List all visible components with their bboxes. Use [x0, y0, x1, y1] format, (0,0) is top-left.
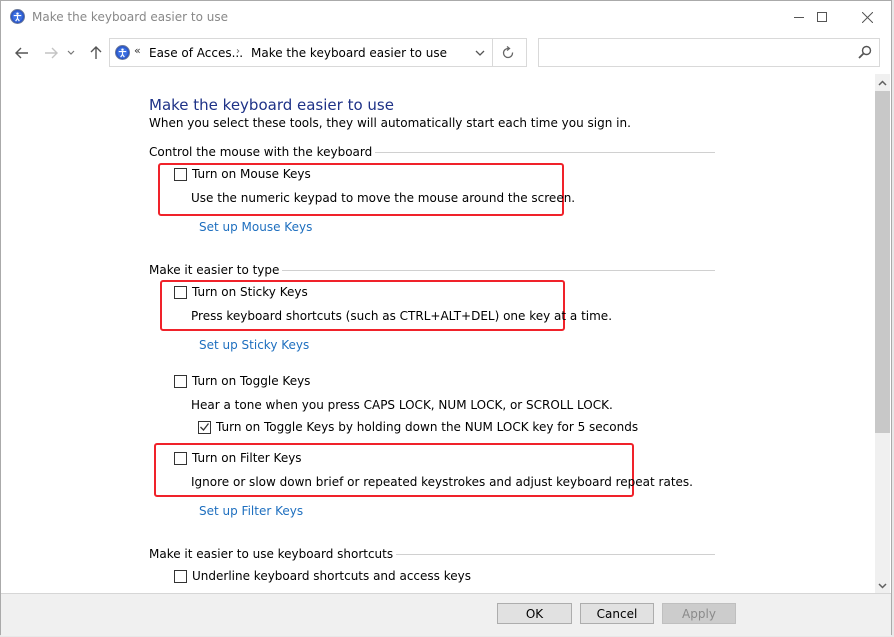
chevron-up-icon: [878, 79, 887, 86]
chevron-down-icon: [475, 50, 485, 56]
close-icon: [861, 11, 873, 23]
setup-filter-keys-link[interactable]: Set up Filter Keys: [199, 504, 303, 518]
ok-button[interactable]: OK: [497, 603, 572, 624]
checkbox-label[interactable]: Turn on Toggle Keys: [192, 374, 310, 388]
ease-of-access-icon: [115, 45, 130, 60]
filter-keys-description: Ignore or slow down brief or repeated ke…: [191, 475, 693, 489]
search-icon[interactable]: [858, 45, 872, 59]
group-heading-shortcuts: Make it easier to use keyboard shortcuts: [149, 547, 715, 561]
arrow-right-icon: [45, 47, 58, 59]
address-dropdown-button[interactable]: [472, 45, 488, 61]
scroll-down-button[interactable]: [875, 577, 890, 594]
setup-mouse-keys-link[interactable]: Set up Mouse Keys: [199, 220, 312, 234]
search-input[interactable]: [543, 43, 847, 63]
checkbox-unchecked[interactable]: [174, 451, 187, 465]
scroll-up-button[interactable]: [875, 74, 890, 91]
maximize-icon: [817, 12, 827, 22]
title-bar: Make the keyboard easier to use: [1, 1, 891, 33]
filter-keys-checkbox[interactable]: Turn on Filter Keys: [174, 451, 302, 465]
toggle-keys-checkbox[interactable]: Turn on Toggle Keys: [174, 374, 310, 388]
breadcrumb-current[interactable]: Make the keyboard easier to use: [251, 46, 447, 60]
checkbox-unchecked[interactable]: [174, 285, 187, 299]
arrow-left-icon: [15, 47, 28, 59]
ease-of-access-icon: [10, 9, 25, 24]
toggle-keys-numlock-checkbox[interactable]: Turn on Toggle Keys by holding down the …: [198, 420, 638, 434]
sticky-keys-checkbox[interactable]: Turn on Sticky Keys: [174, 285, 308, 299]
scroll-thumb[interactable]: [875, 91, 890, 433]
breadcrumb-separator[interactable]: ›: [236, 46, 240, 57]
chevron-down-icon: [878, 582, 887, 589]
group-heading-text: Make it easier to use keyboard shortcuts: [149, 547, 394, 561]
checkbox-unchecked[interactable]: [174, 374, 187, 388]
checkbox-label[interactable]: Turn on Mouse Keys: [192, 167, 311, 181]
divider: [396, 553, 715, 555]
mouse-keys-description: Use the numeric keypad to move the mouse…: [191, 191, 576, 205]
group-heading-text: Make it easier to type: [149, 263, 280, 277]
apply-button[interactable]: Apply: [662, 603, 736, 624]
dialog-footer: OK Cancel Apply: [1, 593, 891, 636]
breadcrumb-ease-of-access[interactable]: Ease of Acces...: [149, 46, 243, 60]
group-heading-text: Control the mouse with the keyboard: [149, 145, 373, 159]
group-heading-typing: Make it easier to type: [149, 263, 715, 277]
checkbox-label[interactable]: Turn on Toggle Keys by holding down the …: [216, 420, 638, 434]
page-title: Make the keyboard easier to use: [149, 96, 394, 114]
cancel-button[interactable]: Cancel: [580, 603, 654, 624]
up-button[interactable]: [86, 43, 106, 63]
checkbox-unchecked[interactable]: [174, 569, 187, 583]
maximize-button[interactable]: [799, 1, 845, 33]
setup-sticky-keys-link[interactable]: Set up Sticky Keys: [199, 338, 309, 352]
divider: [492, 39, 493, 66]
mouse-keys-checkbox[interactable]: Turn on Mouse Keys: [174, 167, 311, 181]
checkbox-unchecked[interactable]: [174, 167, 187, 181]
back-button[interactable]: [12, 43, 32, 63]
sticky-keys-description: Press keyboard shortcuts (such as CTRL+A…: [191, 309, 613, 323]
underline-shortcuts-checkbox[interactable]: Underline keyboard shortcuts and access …: [174, 569, 471, 583]
checkbox-label[interactable]: Turn on Sticky Keys: [192, 285, 308, 299]
search-box[interactable]: [538, 38, 880, 67]
checkbox-checked[interactable]: [198, 420, 211, 434]
checkbox-label[interactable]: Turn on Filter Keys: [192, 451, 302, 465]
toggle-keys-description: Hear a tone when you press CAPS LOCK, NU…: [191, 398, 613, 412]
refresh-button[interactable]: [498, 44, 518, 62]
divider: [375, 151, 715, 153]
recent-locations-button[interactable]: [65, 43, 77, 63]
chevron-down-icon: [67, 50, 75, 55]
checkbox-label[interactable]: Underline keyboard shortcuts and access …: [192, 569, 471, 583]
close-button[interactable]: [844, 1, 890, 33]
content-pane: Make the keyboard easier to use When you…: [1, 69, 875, 593]
vertical-scrollbar[interactable]: [875, 74, 890, 594]
window: Make the keyboard easier to use « Ease o…: [0, 0, 892, 636]
breadcrumb-overflow[interactable]: «: [134, 44, 141, 57]
refresh-icon: [502, 46, 513, 59]
group-heading-mouse: Control the mouse with the keyboard: [149, 145, 715, 159]
forward-button[interactable]: [41, 43, 61, 63]
checkmark-icon: [200, 423, 209, 431]
address-bar[interactable]: « Ease of Acces... › Make the keyboard e…: [109, 38, 527, 67]
arrow-up-icon: [90, 46, 102, 59]
window-title: Make the keyboard easier to use: [32, 10, 228, 24]
page-subtitle: When you select these tools, they will a…: [149, 116, 631, 130]
divider: [282, 269, 715, 271]
